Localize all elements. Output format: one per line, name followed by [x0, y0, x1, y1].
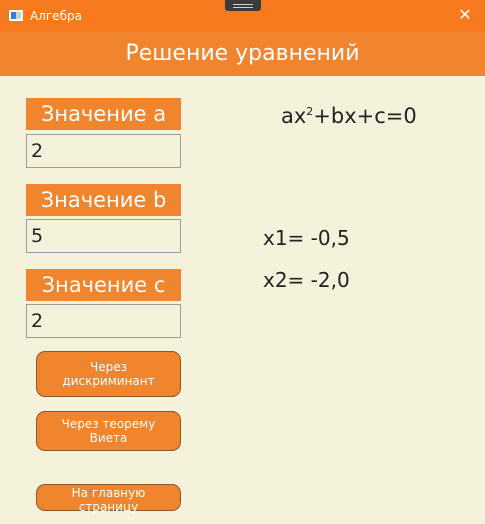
label-b: Значение b: [26, 184, 181, 216]
discriminant-button[interactable]: Через дискриминант: [36, 351, 181, 397]
formula-part-1: ax: [281, 104, 307, 128]
vieta-button[interactable]: Через теорему Виета: [36, 411, 181, 451]
snap-grip-handle[interactable]: [225, 0, 261, 11]
title-bar: Алгебра ✕: [0, 0, 485, 32]
result-x1: x1= -0,5: [263, 226, 350, 250]
input-c[interactable]: [26, 304, 181, 338]
app-window-icon: [9, 10, 23, 21]
result-x2: x2= -2,0: [263, 268, 350, 292]
home-button[interactable]: На главную страницу: [36, 484, 181, 514]
window-title: Алгебра: [30, 9, 82, 23]
input-b[interactable]: [26, 219, 181, 253]
input-a[interactable]: [26, 134, 181, 168]
label-a: Значение a: [26, 98, 181, 130]
formula-part-2: +bx+c=0: [313, 104, 417, 128]
equation-formula: ax2+bx+c=0: [281, 104, 417, 128]
close-icon[interactable]: ✕: [455, 5, 475, 25]
page-title: Решение уравнений: [0, 32, 485, 76]
label-c: Значение c: [26, 269, 181, 301]
